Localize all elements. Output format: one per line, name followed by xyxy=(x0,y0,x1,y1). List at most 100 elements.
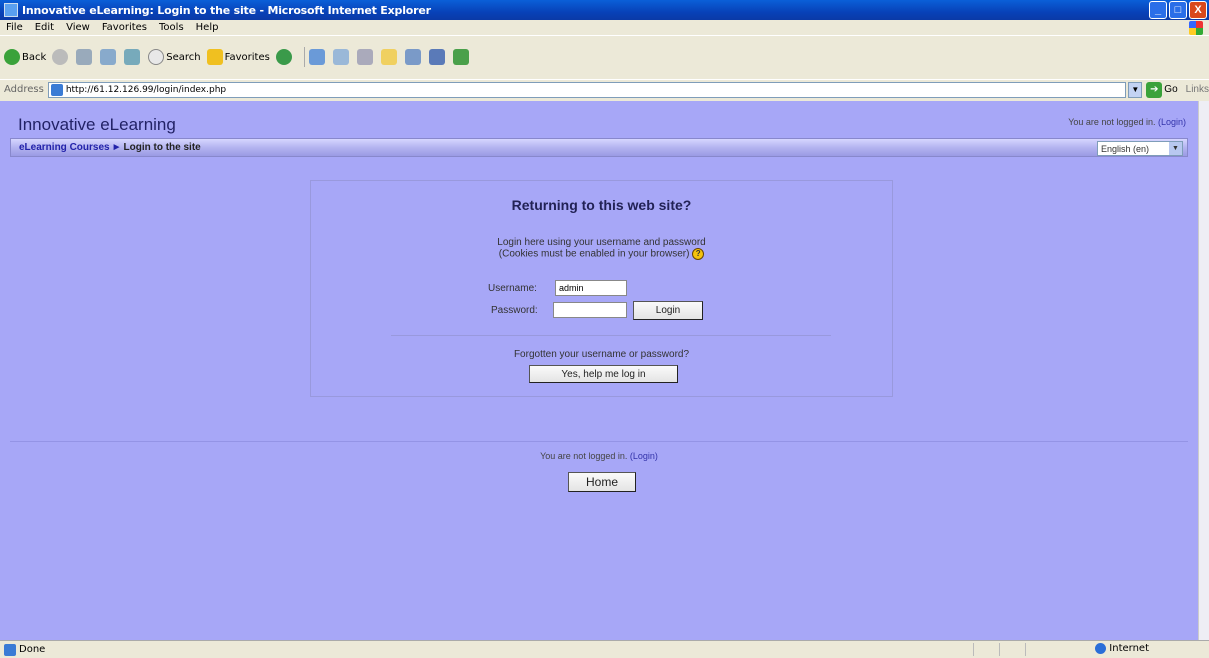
url-input[interactable] xyxy=(65,84,1106,95)
search-label: Search xyxy=(166,51,201,63)
edit-icon xyxy=(380,49,397,65)
breadcrumb-current: Login to the site xyxy=(123,142,201,153)
window-titlebar[interactable]: Innovative eLearning: Login to the site … xyxy=(0,0,1209,20)
go-arrow-icon: ➔ xyxy=(1146,81,1163,98)
menu-file[interactable]: File xyxy=(6,22,23,33)
zone-label: Internet xyxy=(1109,643,1149,654)
status-pane xyxy=(973,643,997,656)
research-icon xyxy=(428,49,445,65)
back-button[interactable]: Back xyxy=(4,49,46,65)
footer-login-link[interactable]: (Login) xyxy=(630,451,658,461)
status-panes xyxy=(973,643,1049,656)
login-desc-line1: Login here using your username and passw… xyxy=(497,237,706,248)
breadcrumb-separator: ► xyxy=(111,142,122,153)
messenger-button[interactable] xyxy=(452,49,471,65)
help-me-log-in-button[interactable]: Yes, help me log in xyxy=(529,365,678,383)
window-controls: _ □ X xyxy=(1149,1,1207,19)
history-button[interactable] xyxy=(308,49,327,65)
header-login-info: You are not logged in. (Login) xyxy=(1068,117,1186,127)
breadcrumb-parent-link[interactable]: eLearning Courses xyxy=(19,142,110,153)
password-label: Password: xyxy=(491,305,538,316)
forward-arrow-icon xyxy=(52,49,69,65)
go-label: Go xyxy=(1164,84,1178,95)
print-icon xyxy=(356,49,373,65)
toolbar-divider xyxy=(303,47,305,67)
status-pane xyxy=(999,643,1023,656)
address-bar: Address ▼ ➔ Go Links xyxy=(0,79,1209,99)
maximize-button[interactable]: □ xyxy=(1169,1,1187,19)
star-icon xyxy=(206,49,223,65)
login-status-text: You are not logged in. xyxy=(1068,117,1156,127)
login-heading: Returning to this web site? xyxy=(511,197,692,213)
media-button[interactable] xyxy=(275,49,294,65)
menu-help[interactable]: Help xyxy=(196,22,219,33)
menu-bar: File Edit View Favorites Tools Help xyxy=(0,20,1209,36)
chevron-down-icon: ▼ xyxy=(1169,142,1182,155)
password-field[interactable] xyxy=(553,302,627,318)
home-toolbar-button[interactable] xyxy=(124,49,142,65)
browser-toolbar: Back Search Favorites xyxy=(0,37,1209,77)
home-button[interactable]: Home xyxy=(568,472,636,492)
login-desc-line2: (Cookies must be enabled in your browser… xyxy=(498,248,690,260)
search-icon xyxy=(148,49,165,65)
page-icon xyxy=(50,83,63,96)
header-login-link[interactable]: (Login) xyxy=(1158,117,1186,127)
research-button[interactable] xyxy=(428,49,447,65)
minimize-button[interactable]: _ xyxy=(1149,1,1167,19)
menu-favorites[interactable]: Favorites xyxy=(102,22,147,33)
home-icon xyxy=(124,49,141,65)
status-pane xyxy=(1025,643,1049,656)
address-field[interactable] xyxy=(47,81,1127,98)
navigation-bar: eLearning Courses ► Login to the site En… xyxy=(10,138,1188,157)
login-description: Login here using your username and passw… xyxy=(311,237,892,260)
page-content: Innovative eLearning You are not logged … xyxy=(0,101,1198,640)
status-text: Done xyxy=(19,644,46,655)
stop-icon xyxy=(76,49,93,65)
site-title: Innovative eLearning xyxy=(18,115,176,134)
history-icon xyxy=(308,49,325,65)
forgot-text: Forgotten your username or password? xyxy=(513,349,690,360)
vertical-scrollbar[interactable] xyxy=(1198,101,1209,640)
favorites-label: Favorites xyxy=(224,51,270,63)
media-icon xyxy=(275,49,292,65)
back-label: Back xyxy=(22,51,47,63)
menu-view[interactable]: View xyxy=(66,22,90,33)
forward-button[interactable] xyxy=(52,49,70,65)
discuss-button[interactable] xyxy=(404,49,423,65)
username-label: Username: xyxy=(488,283,537,294)
messenger-icon xyxy=(452,49,469,65)
footer-login-info: You are not logged in. (Login) xyxy=(0,451,1198,461)
stop-button[interactable] xyxy=(76,49,94,65)
help-icon[interactable]: ? xyxy=(692,248,705,260)
back-arrow-icon xyxy=(4,49,20,65)
login-divider xyxy=(391,335,831,336)
login-button[interactable]: Login xyxy=(633,301,703,320)
security-zone: Internet xyxy=(1095,643,1149,654)
refresh-button[interactable] xyxy=(100,49,118,65)
address-label: Address xyxy=(4,84,44,95)
go-button[interactable]: ➔ Go xyxy=(1146,81,1178,98)
language-select[interactable]: English (en) ▼ xyxy=(1097,141,1183,156)
globe-icon xyxy=(1095,643,1107,654)
close-button[interactable]: X xyxy=(1189,1,1207,19)
status-bar: Done Internet xyxy=(0,640,1209,658)
favorites-button[interactable]: Favorites xyxy=(206,49,270,65)
language-value: English (en) xyxy=(1101,143,1150,154)
search-button[interactable]: Search xyxy=(148,49,201,65)
mail-button[interactable] xyxy=(332,49,351,65)
links-button[interactable]: Links xyxy=(1186,84,1209,95)
print-button[interactable] xyxy=(356,49,375,65)
login-box: Returning to this web site? Login here u… xyxy=(310,180,893,397)
refresh-icon xyxy=(100,49,117,65)
discuss-icon xyxy=(404,49,421,65)
ie-icon xyxy=(4,3,18,17)
windows-logo-icon xyxy=(1189,21,1203,35)
menu-tools[interactable]: Tools xyxy=(159,22,184,33)
mail-icon xyxy=(332,49,349,65)
footer-login-status: You are not logged in. xyxy=(540,451,628,461)
edit-button[interactable] xyxy=(380,49,399,65)
menu-edit[interactable]: Edit xyxy=(35,22,54,33)
username-field[interactable] xyxy=(555,280,627,296)
window-title: Innovative eLearning: Login to the site … xyxy=(22,3,431,17)
address-dropdown-icon[interactable]: ▼ xyxy=(1128,81,1143,98)
